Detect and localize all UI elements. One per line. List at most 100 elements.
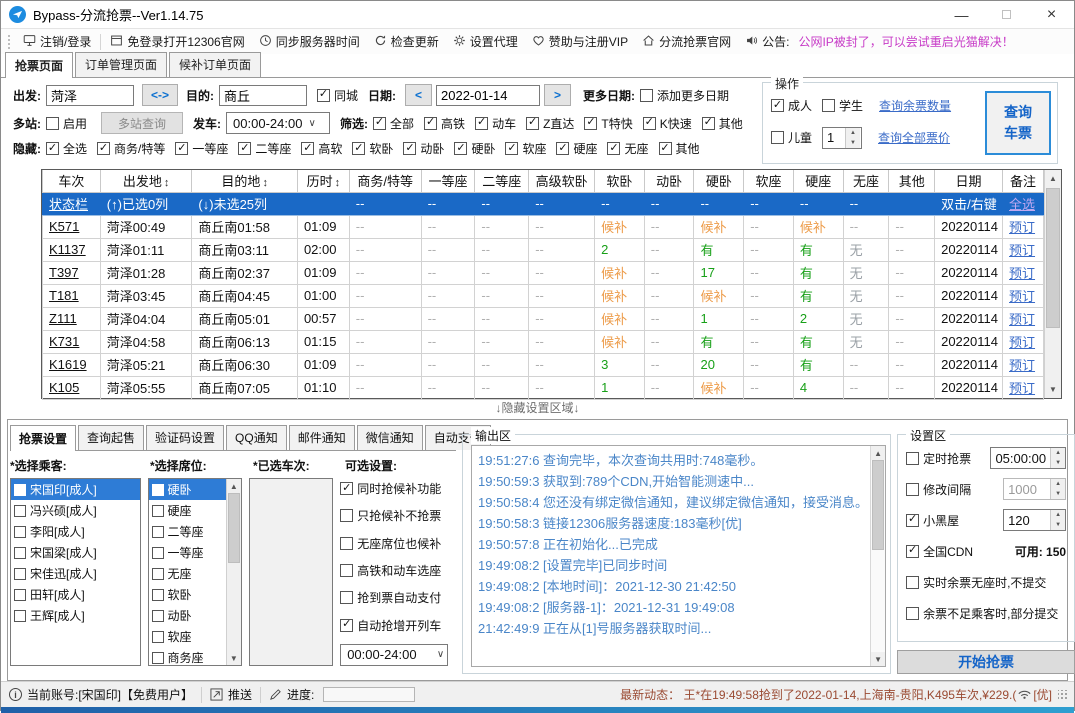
- book-link[interactable]: 预订: [1009, 289, 1035, 304]
- checkbox[interactable]: [906, 545, 919, 558]
- setting-stepper[interactable]: 05:00:00▲▼: [990, 447, 1066, 469]
- tab-QQ通知[interactable]: QQ通知: [226, 425, 287, 450]
- filter-checkbox[interactable]: T特快: [584, 115, 632, 132]
- filter-checkbox[interactable]: 全部: [373, 115, 414, 132]
- hide-checkbox[interactable]: 其他: [659, 140, 700, 157]
- hide-checkbox[interactable]: 一等座: [175, 140, 228, 157]
- sort-icon[interactable]: ↕: [164, 177, 170, 189]
- column-header-硬座[interactable]: 硬座: [793, 170, 843, 192]
- passenger-listbox[interactable]: 宋国印[成人]冯兴硕[成人]李阳[成人]宋国梁[成人]宋佳迅[成人]田轩[成人]…: [10, 478, 141, 666]
- toolbar-item-open-12306[interactable]: 免登录打开12306官网: [103, 31, 251, 53]
- filter-checkbox[interactable]: K快速: [643, 115, 692, 132]
- sort-icon[interactable]: ↕: [335, 177, 341, 189]
- seat-item[interactable]: 软卧: [149, 584, 226, 605]
- step-down-icon[interactable]: ▼: [846, 138, 860, 148]
- selected-trains-listbox[interactable]: [249, 478, 333, 666]
- table-row[interactable]: Z111菏泽04:04商丘南05:0100:57--------候补--1--2…: [43, 307, 1044, 330]
- tab-候补订单页面[interactable]: 候补订单页面: [169, 52, 261, 77]
- checkbox[interactable]: [643, 117, 656, 130]
- checkbox[interactable]: [424, 117, 437, 130]
- checkbox[interactable]: [505, 142, 518, 155]
- checkbox[interactable]: [46, 142, 59, 155]
- toolbar-item-set-proxy[interactable]: 设置代理: [446, 31, 525, 53]
- checkbox[interactable]: [46, 117, 59, 130]
- checkbox[interactable]: [14, 484, 26, 496]
- table-row[interactable]: K105菏泽05:55商丘南07:0501:10--------1--候补--4…: [43, 376, 1044, 399]
- column-header-软座[interactable]: 软座: [744, 170, 794, 192]
- scroll-down-icon[interactable]: ▼: [227, 651, 241, 665]
- seat-item[interactable]: 硬卧: [149, 479, 226, 500]
- tab-抢票页面[interactable]: 抢票页面: [5, 52, 73, 78]
- checkbox[interactable]: [906, 514, 919, 527]
- seat-item[interactable]: 软座: [149, 626, 226, 647]
- checkbox[interactable]: [475, 117, 488, 130]
- tab-订单管理页面[interactable]: 订单管理页面: [75, 52, 167, 77]
- grid-scrollbar[interactable]: ▲ ▼: [1044, 170, 1061, 398]
- train-link[interactable]: K1137: [49, 242, 86, 257]
- checkbox[interactable]: [14, 589, 26, 601]
- query-tickets-button[interactable]: 查询 车票: [985, 91, 1051, 155]
- option-checkbox[interactable]: 无座席位也候补: [340, 535, 456, 552]
- checkbox[interactable]: [340, 564, 353, 577]
- multi-enable-checkbox[interactable]: 启用: [46, 115, 87, 132]
- step-down-icon[interactable]: ▼: [1051, 458, 1065, 468]
- table-row[interactable]: K1619菏泽05:21商丘南06:3001:09--------3--20--…: [43, 353, 1044, 376]
- resize-grip[interactable]: [1058, 690, 1068, 700]
- column-header-历时[interactable]: 历时↕: [297, 170, 349, 192]
- setting-stepper[interactable]: 1000▲▼: [1003, 478, 1066, 500]
- checkbox[interactable]: [152, 526, 164, 538]
- setting-checkbox[interactable]: 定时抢票: [906, 450, 971, 467]
- student-checkbox[interactable]: 学生: [822, 97, 863, 114]
- start-grab-button[interactable]: 开始抢票: [897, 650, 1075, 674]
- child-count-stepper[interactable]: 1 ▲▼: [822, 127, 862, 149]
- checkbox[interactable]: [584, 117, 597, 130]
- scroll-up-icon[interactable]: ▲: [1045, 170, 1061, 187]
- table-row[interactable]: K1137菏泽01:11商丘南03:1102:00--------2--有--有…: [43, 238, 1044, 261]
- checkbox[interactable]: [340, 619, 353, 632]
- book-link[interactable]: 预订: [1009, 243, 1035, 258]
- column-header-动卧[interactable]: 动卧: [644, 170, 694, 192]
- seat-item[interactable]: 无座: [149, 563, 226, 584]
- depart-time-select[interactable]: 00:00-24:00 ∨: [226, 112, 330, 134]
- train-link[interactable]: K1619: [49, 357, 87, 372]
- column-header-日期[interactable]: 日期: [935, 170, 1003, 192]
- checkbox[interactable]: [97, 142, 110, 155]
- train-link[interactable]: K571: [49, 219, 79, 234]
- from-input[interactable]: [46, 85, 134, 106]
- checkbox[interactable]: [301, 142, 314, 155]
- hide-checkbox[interactable]: 动卧: [403, 140, 444, 157]
- checkbox[interactable]: [771, 99, 784, 112]
- date-input[interactable]: [436, 85, 540, 106]
- hide-checkbox[interactable]: 二等座: [238, 140, 291, 157]
- option-checkbox[interactable]: 同时抢候补功能: [340, 480, 456, 497]
- grab-time-select[interactable]: 00:00-24:00∨: [340, 644, 448, 666]
- passenger-item[interactable]: 田轩[成人]: [11, 584, 140, 605]
- step-down-icon[interactable]: ▼: [1051, 520, 1065, 530]
- filter-checkbox[interactable]: 高铁: [424, 115, 465, 132]
- tab-验证码设置[interactable]: 验证码设置: [146, 425, 224, 450]
- same-city-checkbox[interactable]: 同城: [317, 87, 358, 104]
- column-header-备注[interactable]: 备注: [1003, 170, 1044, 192]
- column-header-软卧[interactable]: 软卧: [595, 170, 645, 192]
- passenger-item[interactable]: 李阳[成人]: [11, 521, 140, 542]
- setting-checkbox[interactable]: 全国CDN: [906, 543, 973, 560]
- hide-checkbox[interactable]: 软卧: [352, 140, 393, 157]
- table-row[interactable]: K571菏泽00:49商丘南01:5801:09--------候补--候补--…: [43, 215, 1044, 238]
- checkbox[interactable]: [906, 483, 919, 496]
- checkbox[interactable]: [352, 142, 365, 155]
- checkbox[interactable]: [14, 526, 26, 538]
- table-row[interactable]: T181菏泽03:45商丘南04:4501:00--------候补--候补--…: [43, 284, 1044, 307]
- checkbox[interactable]: [317, 89, 330, 102]
- checkbox[interactable]: [340, 537, 353, 550]
- book-link[interactable]: 预订: [1009, 335, 1035, 350]
- hide-checkbox[interactable]: 高软: [301, 140, 342, 157]
- setting-stepper[interactable]: 120▲▼: [1003, 509, 1066, 531]
- checkbox[interactable]: [152, 610, 164, 622]
- checkbox[interactable]: [175, 142, 188, 155]
- adult-checkbox[interactable]: 成人: [771, 97, 812, 114]
- toolbar-item-check-update[interactable]: 检查更新: [367, 31, 446, 53]
- checkbox[interactable]: [403, 142, 416, 155]
- checkbox[interactable]: [14, 547, 26, 559]
- sort-icon[interactable]: ↕: [262, 177, 268, 189]
- column-header-硬卧[interactable]: 硬卧: [694, 170, 744, 192]
